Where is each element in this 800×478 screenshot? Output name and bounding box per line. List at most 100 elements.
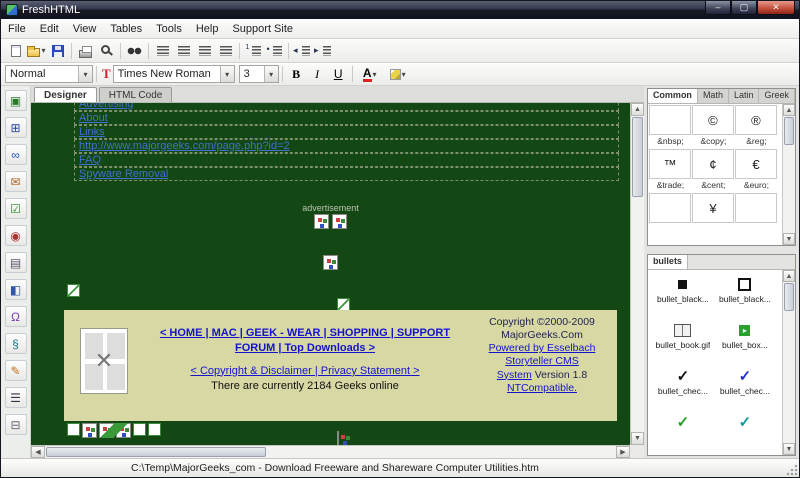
insert-dropdown-button[interactable]: ◧ <box>4 279 27 300</box>
numbered-list-button[interactable] <box>243 41 264 61</box>
char-cell-cent[interactable]: ¢ <box>691 149 734 179</box>
page-link[interactable]: FAQ <box>74 153 619 167</box>
system-link[interactable]: System <box>497 369 532 381</box>
bullet-item[interactable]: ✓ <box>714 412 776 452</box>
designer-canvas[interactable]: Advertising About Links http://www.major… <box>31 103 644 458</box>
preview-button[interactable] <box>96 41 117 61</box>
insert-textarea-button[interactable]: ▤ <box>4 252 27 273</box>
char-tab-common[interactable]: Common <box>647 89 698 103</box>
open-file-button[interactable]: ▾ <box>26 41 47 61</box>
insert-script-button[interactable]: § <box>4 333 27 354</box>
scrollbar-thumb[interactable] <box>46 447 266 457</box>
scroll-up-icon[interactable]: ▲ <box>630 103 644 116</box>
bullets-scrollbar[interactable]: ▲ ▼ <box>782 270 795 455</box>
storyteller-link[interactable]: Storyteller CMS <box>472 355 612 368</box>
scroll-down-icon[interactable]: ▼ <box>783 233 795 245</box>
bullet-item[interactable]: bullet_box... <box>714 320 776 360</box>
bullet-item[interactable]: bullet_book.gif <box>652 320 714 360</box>
menu-support-site[interactable]: Support Site <box>225 20 300 38</box>
page-link[interactable]: About <box>74 111 619 125</box>
bullet-item[interactable]: ✓ bullet_chec... <box>652 366 714 406</box>
char-cell[interactable] <box>648 193 691 223</box>
char-cell-nbsp[interactable] <box>648 105 691 135</box>
spacer-image-icon[interactable] <box>148 423 161 436</box>
designer-horizontal-scrollbar[interactable]: ◀ ▶ <box>31 445 630 458</box>
scroll-up-icon[interactable]: ▲ <box>783 104 795 116</box>
char-cell[interactable] <box>734 193 777 223</box>
resize-grip-icon[interactable] <box>786 464 798 476</box>
align-right-button[interactable] <box>194 41 215 61</box>
scrollbar-thumb[interactable] <box>784 283 794 311</box>
page-link[interactable]: Advertising <box>74 103 619 111</box>
page-link[interactable]: Links <box>74 125 619 139</box>
bullet-item[interactable]: bullet_black... <box>652 274 714 314</box>
font-size-select[interactable]: 3 ▾ <box>238 65 279 83</box>
insert-list-button[interactable]: ☰ <box>4 387 27 408</box>
footer-legal-links[interactable]: < Copyright & Disclaimer | Privacy State… <box>142 364 468 379</box>
bullets-tab[interactable]: bullets <box>647 255 688 269</box>
broken-image-icon[interactable] <box>313 214 329 229</box>
char-cell-yen[interactable]: ¥ <box>691 193 734 223</box>
insert-hyperlink-button[interactable]: ∞ <box>4 144 27 165</box>
style-select[interactable]: Normal ▾ <box>5 65 93 83</box>
highlight-button[interactable]: ▾ <box>384 64 412 84</box>
char-tab-greek[interactable]: Greek <box>759 89 795 103</box>
menu-view[interactable]: View <box>66 20 104 38</box>
menu-edit[interactable]: Edit <box>33 20 66 38</box>
char-cell-trade[interactable]: ™ <box>648 149 691 179</box>
font-select[interactable]: Times New Roman ▾ <box>112 65 235 83</box>
broken-image-icon[interactable] <box>331 214 347 229</box>
underline-button[interactable]: U <box>328 64 349 84</box>
menu-tools[interactable]: Tools <box>149 20 189 38</box>
insert-image-button[interactable]: ▣ <box>4 90 27 111</box>
char-cell-euro[interactable]: € <box>734 149 777 179</box>
scroll-up-icon[interactable]: ▲ <box>783 270 795 282</box>
align-center-button[interactable] <box>173 41 194 61</box>
insert-special-character-button[interactable]: Ω <box>4 306 27 327</box>
broken-image-icon[interactable] <box>322 255 338 270</box>
title-bar[interactable]: FreshHTML – ▢ ✕ <box>1 1 799 19</box>
print-button[interactable] <box>75 41 96 61</box>
bullet-item[interactable]: ✓ bullet_chec... <box>714 366 776 406</box>
charmap-scrollbar[interactable]: ▲ ▼ <box>782 104 795 245</box>
italic-button[interactable]: I <box>307 64 328 84</box>
scroll-down-icon[interactable]: ▼ <box>630 432 644 445</box>
bullet-item[interactable]: bullet_black... <box>714 274 776 314</box>
char-tab-math[interactable]: Math <box>697 89 729 103</box>
tab-html-code[interactable]: HTML Code <box>98 87 173 102</box>
align-left-button[interactable] <box>152 41 173 61</box>
insert-checkbox-button[interactable]: ☑ <box>4 198 27 219</box>
new-document-button[interactable] <box>5 41 26 61</box>
insert-horizontal-rule-button[interactable]: ⊟ <box>4 414 27 435</box>
char-tab-latin[interactable]: Latin <box>728 89 760 103</box>
char-cell-reg[interactable]: ® <box>734 105 777 135</box>
insert-radio-button-button[interactable]: ◉ <box>4 225 27 246</box>
tab-designer[interactable]: Designer <box>34 87 97 102</box>
scroll-left-icon[interactable]: ◀ <box>31 446 45 458</box>
bullet-list-button[interactable] <box>264 41 285 61</box>
scrollbar-thumb[interactable] <box>784 117 794 145</box>
ntcompatible-link[interactable]: NTCompatible. <box>472 382 612 395</box>
menu-help[interactable]: Help <box>189 20 226 38</box>
bullet-item[interactable]: ✓ <box>652 412 714 452</box>
menu-tables[interactable]: Tables <box>103 20 149 38</box>
spacer-image-icon[interactable] <box>67 284 80 297</box>
char-cell-copy[interactable]: © <box>691 105 734 135</box>
outdent-button[interactable] <box>292 41 313 61</box>
scroll-right-icon[interactable]: ▶ <box>615 446 630 458</box>
maximize-button[interactable]: ▢ <box>731 1 757 15</box>
page-link[interactable]: http://www.majorgeeks.com/page.php?id=2 <box>74 139 619 153</box>
designer-vertical-scrollbar[interactable]: ▲ ▼ <box>629 103 644 445</box>
scroll-down-icon[interactable]: ▼ <box>783 443 795 455</box>
justify-button[interactable] <box>215 41 236 61</box>
bold-button[interactable]: B <box>286 64 307 84</box>
find-button[interactable] <box>124 41 145 61</box>
insert-email-link-button[interactable]: ✉ <box>4 171 27 192</box>
broken-thumbnail-image[interactable] <box>80 328 128 394</box>
scrollbar-thumb[interactable] <box>631 117 643 197</box>
minimize-button[interactable]: – <box>705 1 731 15</box>
insert-table-button[interactable]: ⊞ <box>4 117 27 138</box>
menu-file[interactable]: File <box>1 20 33 38</box>
indent-button[interactable] <box>313 41 334 61</box>
close-button[interactable]: ✕ <box>757 1 795 15</box>
